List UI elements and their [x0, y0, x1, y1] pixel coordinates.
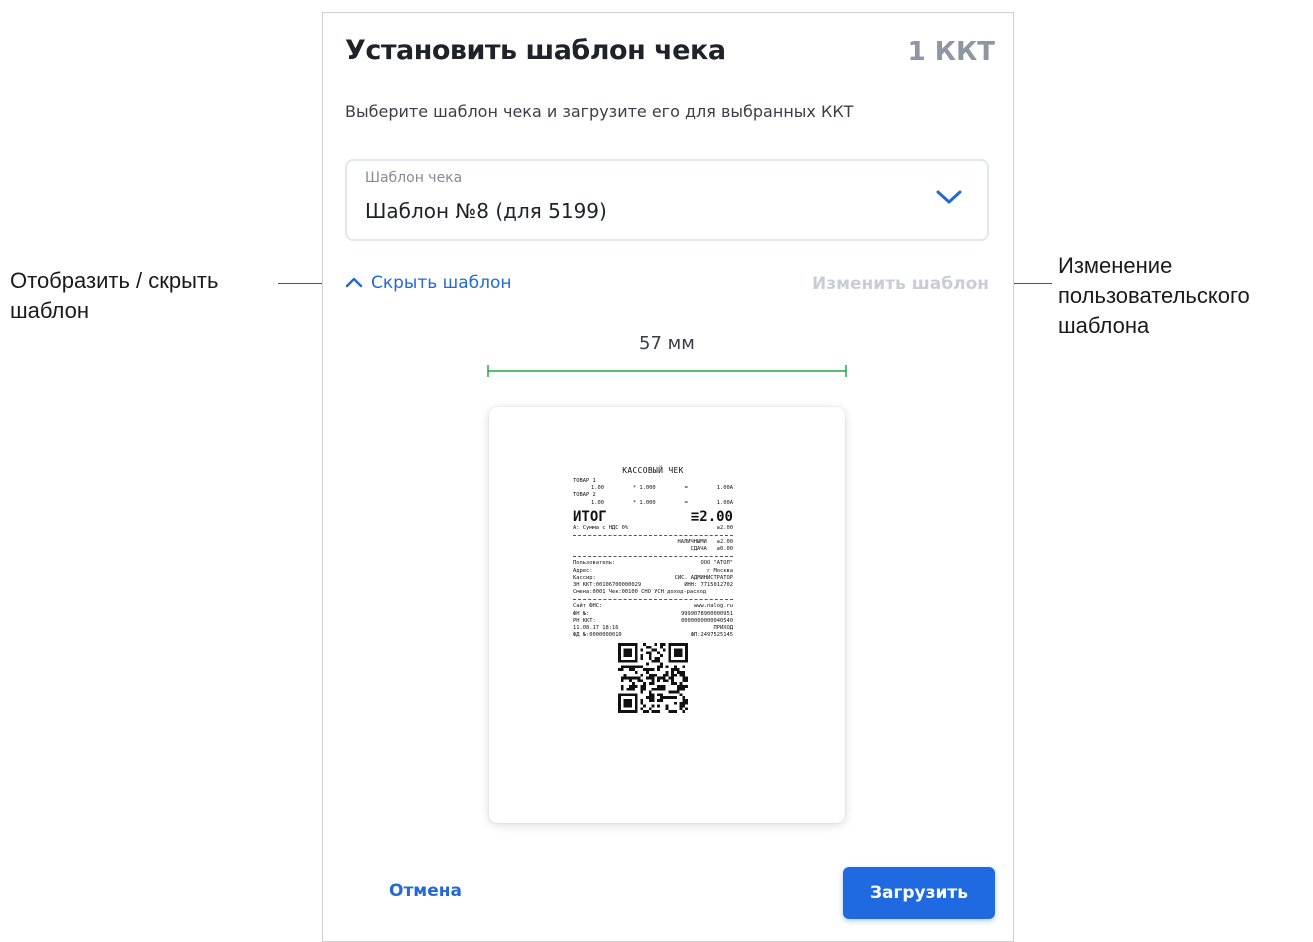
- receipt-info-row: Адрес: г Москва: [573, 568, 733, 575]
- receipt-info-row: Кассир: СИС. АДМИНИСТРАТОР: [573, 575, 733, 582]
- receipt-vat-label: А: Сумма с НДС 0%: [573, 524, 629, 531]
- receipt-item-qty: 1.00: [591, 499, 604, 506]
- receipt-separator: [573, 556, 733, 558]
- annotation-line-2: шаблон: [10, 298, 89, 323]
- receipt-fiscal-value: 0000000000040540: [681, 617, 733, 624]
- receipt-preview: КАССОВЫЙ ЧЕК ТОВАР 1 1.00 * 1.000 = 1.00…: [489, 407, 845, 823]
- dialog-title: Установить шаблон чека: [345, 35, 726, 66]
- qr-code-icon: [618, 643, 688, 714]
- receipt-fiscal-row: Сайт ФНС: www.nalog.ru: [573, 603, 733, 610]
- install-template-dialog: Установить шаблон чека 1 ККТ Выберите ша…: [322, 12, 1014, 942]
- receipt-info-row: Пользователь: ООО "АТОЛ": [573, 560, 733, 567]
- receipt-item-eq: =: [684, 485, 688, 492]
- receipt-payment: НАЛИЧНЫМИ ≡2.00: [573, 539, 733, 546]
- receipt-fiscal-label: 11.08.17 18:16: [573, 625, 619, 632]
- receipt-fiscal-label: РН ККТ:: [573, 617, 596, 624]
- receipt-fiscal-label: ФД №:0000000010: [573, 632, 622, 639]
- receipt-fiscal-label: Сайт ФНС:: [573, 603, 603, 610]
- receipt-item: ТОВАР 2 1.00 * 1.000 = 1.00А: [573, 492, 733, 506]
- receipt-fiscal-value: ФП:2497525145: [690, 632, 733, 639]
- receipt-info-row: Смена:0001 Чек:00100 СНО УСН доход-расхо…: [573, 589, 733, 596]
- receipt-info-label: Пользователь:: [573, 560, 616, 567]
- receipt-item-eq: =: [684, 499, 688, 506]
- receipt-fiscal-row: ФН №: 9999078900000951: [573, 611, 733, 618]
- hide-template-label: Скрыть шаблон: [371, 273, 512, 293]
- template-select-label: Шаблон чека: [365, 170, 463, 186]
- template-select[interactable]: Шаблон чека Шаблон №8 (для 5199): [345, 159, 989, 241]
- annotation-line-2: пользовательского: [1058, 283, 1250, 308]
- receipt-fiscal-value: 9999078900000951: [681, 610, 733, 617]
- receipt-info-label: ЗН ККТ:00106700000029: [573, 582, 642, 589]
- receipt-info-label: Смена:0001 Чек:00100 СНО УСН доход-расхо…: [573, 589, 707, 596]
- receipt-fiscal-row: 11.08.17 18:16 ПРИХОД: [573, 625, 733, 632]
- paper-width-ruler: [487, 365, 847, 377]
- receipt-item-qty: 1.00: [591, 485, 604, 492]
- chevron-down-icon[interactable]: [935, 188, 963, 210]
- receipt-item-name: ТОВАР 1: [573, 478, 596, 484]
- receipt-item-line: 1.00 * 1.000 = 1.00А: [573, 485, 733, 492]
- receipt-item-sum: 1.00А: [716, 485, 733, 492]
- receipt-info-row: ЗН ККТ:00106700000029 ИНН: 7715012702: [573, 582, 733, 589]
- cancel-button[interactable]: Отмена: [389, 881, 462, 901]
- upload-button[interactable]: Загрузить: [843, 867, 995, 919]
- hide-template-toggle[interactable]: Скрыть шаблон: [345, 273, 512, 293]
- receipt-separator: [573, 535, 733, 537]
- receipt-fiscal-value: ПРИХОД: [713, 625, 733, 632]
- annotation-line-1: Изменение: [1058, 253, 1173, 278]
- receipt-fiscal-value: www.nalog.ru: [694, 603, 733, 610]
- receipt-payment-label: СДАЧА: [690, 546, 707, 553]
- edit-template-link[interactable]: Изменить шаблон: [812, 274, 989, 294]
- receipt-total-label: ИТОГ: [573, 508, 607, 525]
- receipt: КАССОВЫЙ ЧЕК ТОВАР 1 1.00 * 1.000 = 1.00…: [573, 465, 733, 714]
- template-select-value: Шаблон №8 (для 5199): [365, 199, 607, 223]
- receipt-payment-value: ≡0.00: [716, 546, 733, 553]
- receipt-fiscal-row: ФД №:0000000010 ФП:2497525145: [573, 632, 733, 639]
- annotation-edit-template: Изменение пользовательского шаблона: [1058, 251, 1250, 341]
- receipt-fiscal-row: РН ККТ: 0000000000040540: [573, 618, 733, 625]
- annotation-line-3: шаблона: [1058, 313, 1150, 338]
- paper-width-label: 57 мм: [639, 333, 695, 354]
- receipt-item-price: * 1.000: [632, 499, 656, 506]
- receipt-total: ИТОГ ≡2.00: [573, 509, 733, 525]
- receipt-info-label: Адрес:: [573, 567, 593, 574]
- receipt-payment-value: ≡2.00: [716, 539, 733, 546]
- receipt-info-value: ИНН: 7715012702: [684, 582, 733, 589]
- receipt-payment-label: НАЛИЧНЫМИ: [677, 539, 707, 546]
- receipt-item: ТОВАР 1 1.00 * 1.000 = 1.00А: [573, 478, 733, 492]
- receipt-info-label: Кассир:: [573, 574, 596, 581]
- receipt-vat: А: Сумма с НДС 0% ≡2.00: [573, 525, 733, 532]
- receipt-payment: СДАЧА ≡0.00: [573, 546, 733, 553]
- receipt-separator: [573, 599, 733, 601]
- receipt-item-name: ТОВАР 2: [573, 492, 596, 499]
- receipt-info-value: г Москва: [707, 567, 733, 574]
- receipt-item-sum: 1.00А: [716, 499, 733, 506]
- device-count-badge: 1 ККТ: [907, 37, 995, 67]
- receipt-vat-value: ≡2.00: [716, 524, 733, 531]
- annotation-toggle-template: Отобразить / скрыть шаблон: [10, 266, 218, 326]
- receipt-info-value: ООО "АТОЛ": [700, 560, 733, 567]
- receipt-item-price: * 1.000: [632, 485, 656, 492]
- receipt-fiscal-label: ФН №:: [573, 610, 590, 617]
- chevron-up-icon: [345, 273, 363, 293]
- receipt-total-value: ≡2.00: [690, 508, 733, 525]
- annotation-line-1: Отобразить / скрыть: [10, 268, 219, 293]
- receipt-info-value: СИС. АДМИНИСТРАТОР: [674, 574, 733, 581]
- receipt-item-line: 1.00 * 1.000 = 1.00А: [573, 500, 733, 507]
- dialog-subtitle: Выберите шаблон чека и загрузите его для…: [345, 102, 854, 121]
- receipt-title: КАССОВЫЙ ЧЕК: [622, 466, 684, 475]
